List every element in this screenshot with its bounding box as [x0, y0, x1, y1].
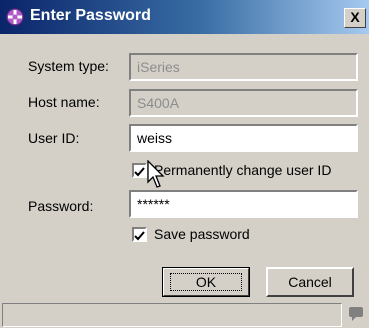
- checkmark-icon: [134, 231, 145, 241]
- close-button[interactable]: X: [344, 8, 366, 28]
- eclipse-icon: [6, 8, 24, 26]
- password-field[interactable]: [129, 190, 358, 218]
- status-bar: [0, 301, 369, 328]
- save-password-label: Save password: [154, 226, 250, 242]
- system-type-field: [129, 53, 358, 81]
- user-id-label: User ID:: [28, 130, 80, 146]
- user-id-field[interactable]: [129, 124, 358, 152]
- ok-button[interactable]: OK: [162, 267, 250, 297]
- cancel-button-label: Cancel: [288, 274, 332, 290]
- window-title: Enter Password: [30, 7, 151, 24]
- host-name-field: [129, 89, 358, 117]
- checkmark-icon: [134, 167, 145, 177]
- cancel-button[interactable]: Cancel: [266, 267, 354, 297]
- focus-ring: [170, 273, 242, 291]
- password-label: Password:: [28, 198, 94, 214]
- title-bar: Enter Password X: [0, 0, 369, 34]
- permanently-change-label: Permanently change user ID: [154, 162, 332, 178]
- message-icon[interactable]: [347, 305, 365, 323]
- permanently-change-checkbox[interactable]: [132, 163, 147, 178]
- host-name-label: Host name:: [28, 94, 100, 110]
- save-password-checkbox[interactable]: [132, 227, 147, 242]
- status-message-field: [2, 303, 342, 327]
- system-type-label: System type:: [28, 58, 109, 74]
